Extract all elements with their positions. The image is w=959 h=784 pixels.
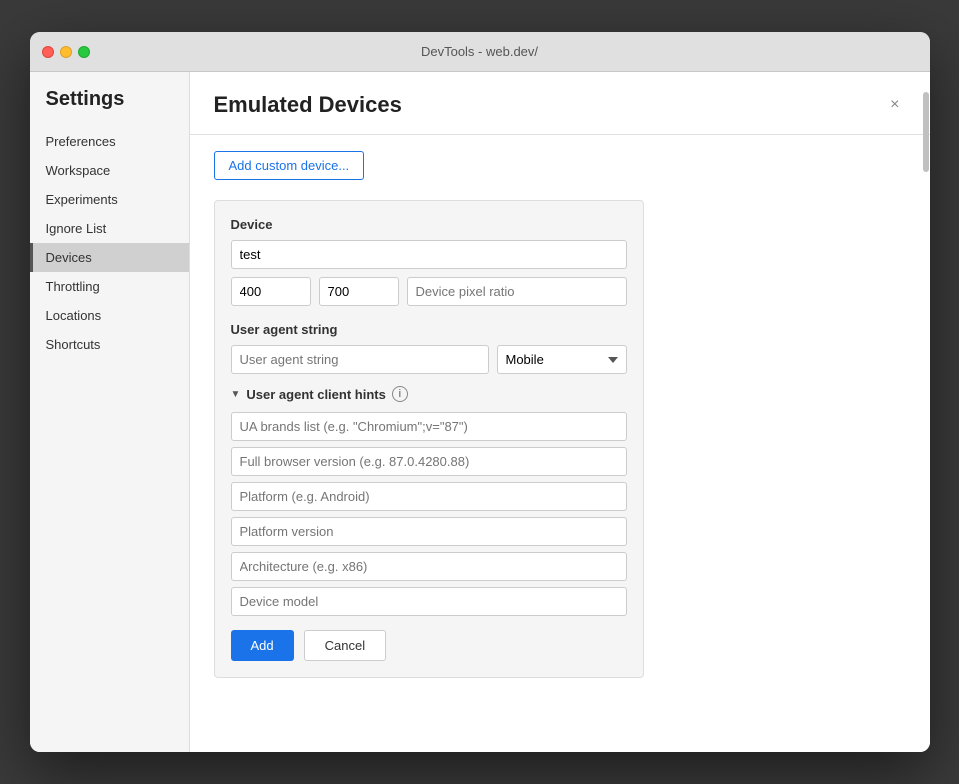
client-hints-header[interactable]: ▼ User agent client hints i (231, 386, 627, 402)
dimensions-row (231, 277, 627, 306)
main-body: Add custom device... Device User agent s… (190, 135, 930, 694)
ua-brands-input[interactable] (231, 412, 627, 441)
collapse-arrow-icon: ▼ (231, 389, 241, 400)
scrollbar-track[interactable] (922, 72, 930, 752)
hint-inputs (231, 412, 627, 616)
width-input[interactable] (231, 277, 311, 306)
ua-section-label: User agent string (231, 322, 627, 337)
full-browser-version-input[interactable] (231, 447, 627, 476)
close-window-button[interactable] (42, 46, 54, 58)
action-buttons: Add Cancel (231, 630, 627, 661)
sidebar-item-throttling[interactable]: Throttling (30, 272, 189, 301)
platform-input[interactable] (231, 482, 627, 511)
client-hints-label: User agent client hints (246, 387, 385, 402)
info-icon[interactable]: i (392, 386, 408, 402)
architecture-input[interactable] (231, 552, 627, 581)
devtools-window: DevTools - web.dev/ Settings Preferences… (30, 32, 930, 752)
platform-version-input[interactable] (231, 517, 627, 546)
titlebar: DevTools - web.dev/ (30, 32, 930, 72)
device-section-label: Device (231, 217, 627, 232)
scrollbar-thumb[interactable] (923, 92, 929, 172)
sidebar-title: Settings (30, 88, 189, 127)
maximize-window-button[interactable] (78, 46, 90, 58)
close-button[interactable]: × (884, 94, 905, 116)
sidebar-item-devices[interactable]: Devices (30, 243, 189, 272)
minimize-window-button[interactable] (60, 46, 72, 58)
ua-string-input[interactable] (231, 345, 489, 374)
main-header: Emulated Devices × (190, 72, 930, 135)
sidebar-item-ignore-list[interactable]: Ignore List (30, 214, 189, 243)
sidebar: Settings Preferences Workspace Experimen… (30, 72, 190, 752)
page-title: Emulated Devices (214, 92, 402, 118)
device-form: Device User agent string Mobile (214, 200, 644, 678)
device-model-input[interactable] (231, 587, 627, 616)
sidebar-item-preferences[interactable]: Preferences (30, 127, 189, 156)
sidebar-item-locations[interactable]: Locations (30, 301, 189, 330)
ua-section: User agent string Mobile Desktop Tablet (231, 322, 627, 374)
ua-row: Mobile Desktop Tablet (231, 345, 627, 374)
add-button[interactable]: Add (231, 630, 294, 661)
pixel-ratio-input[interactable] (407, 277, 627, 306)
sidebar-item-workspace[interactable]: Workspace (30, 156, 189, 185)
ua-type-select[interactable]: Mobile Desktop Tablet (497, 345, 627, 374)
sidebar-item-experiments[interactable]: Experiments (30, 185, 189, 214)
device-name-input[interactable] (231, 240, 627, 269)
traffic-lights (42, 46, 90, 58)
cancel-button[interactable]: Cancel (304, 630, 386, 661)
height-input[interactable] (319, 277, 399, 306)
sidebar-item-shortcuts[interactable]: Shortcuts (30, 330, 189, 359)
main-content: Emulated Devices × Add custom device... … (190, 72, 930, 752)
window-body: Settings Preferences Workspace Experimen… (30, 72, 930, 752)
add-custom-device-button[interactable]: Add custom device... (214, 151, 365, 180)
window-title: DevTools - web.dev/ (421, 44, 538, 59)
